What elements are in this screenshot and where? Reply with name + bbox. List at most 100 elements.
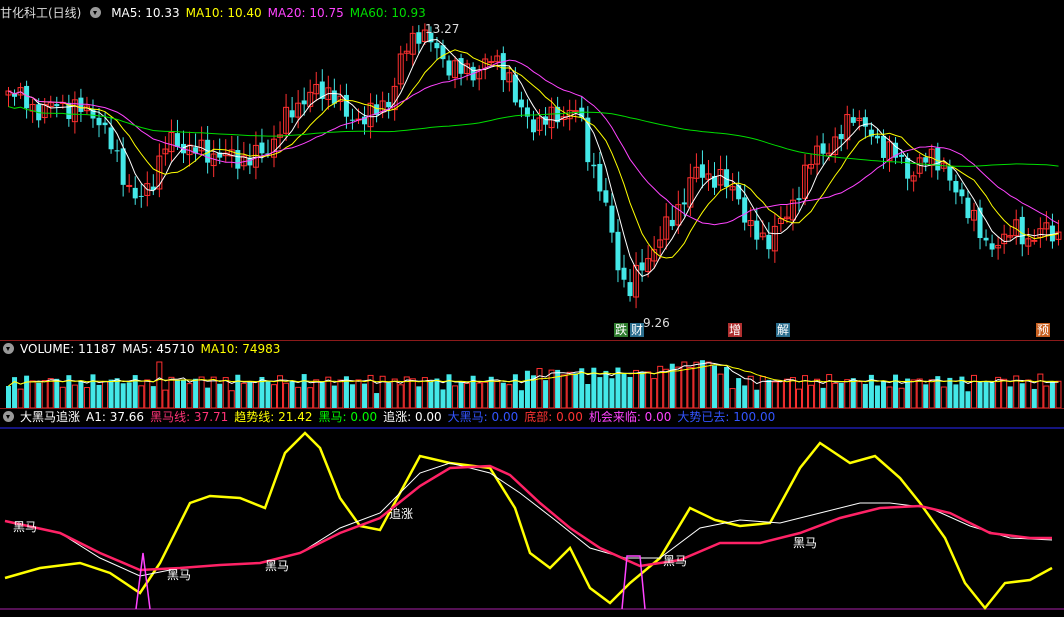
volume-bar: [754, 389, 760, 408]
volume-bar: [41, 380, 48, 408]
volume-bar: [645, 371, 652, 408]
event-tag[interactable]: 预: [1036, 323, 1051, 337]
candle-body: [54, 104, 60, 107]
volume-bar: [144, 379, 151, 408]
candle-body: [108, 127, 114, 150]
volume-bar: [1025, 379, 1032, 408]
candle-body: [132, 187, 138, 199]
price-panel-header: 甘化科工(日线) MA5: 10.33 MA10: 10.40 MA20: 10.7…: [0, 4, 438, 22]
candle-body: [681, 202, 687, 205]
candlestick-chart[interactable]: [0, 0, 1064, 340]
volume-bar: [180, 379, 186, 408]
dropdown-icon[interactable]: [3, 411, 14, 422]
volume-bar: [458, 382, 464, 408]
volume-bar: [814, 378, 821, 408]
signal-label: 黑马: [167, 568, 192, 582]
volume-bar: [1031, 388, 1037, 408]
volume-bar: [1007, 386, 1013, 408]
volume-bar: [989, 382, 995, 408]
volume-bar: [633, 369, 640, 408]
candle-body: [820, 143, 826, 154]
volume-bar: [54, 378, 60, 408]
volume-bar: [717, 373, 724, 408]
event-tag[interactable]: 跌: [614, 323, 629, 337]
candle-body: [754, 220, 760, 240]
ma-label: MA20: 10.75: [267, 6, 344, 20]
candle-body: [174, 133, 180, 147]
volume-bar: [742, 385, 748, 408]
volume-bar: [928, 379, 935, 408]
volume-bar: [729, 388, 736, 408]
ma-label: MA10: 10.40: [185, 6, 262, 20]
volume-bar: [880, 381, 886, 408]
volume-bar: [965, 391, 971, 408]
indicator-label: 机会来临: 0.00: [588, 410, 672, 424]
volume-bar: [771, 381, 778, 408]
candle-body: [597, 163, 603, 192]
dropdown-icon[interactable]: [3, 343, 14, 354]
low-price-label: 9.26: [643, 316, 670, 330]
candle-body: [386, 101, 392, 108]
signal-label: 黑马: [793, 536, 818, 550]
candle-body: [416, 32, 422, 44]
volume-bar: [71, 384, 78, 408]
indicator-chart[interactable]: [0, 408, 1064, 617]
candle-body: [736, 185, 742, 200]
volume-bar: [675, 366, 682, 408]
volume-bar: [114, 378, 120, 408]
volume-bar: [210, 376, 217, 408]
event-tag[interactable]: 财: [630, 323, 645, 337]
volume-bar: [1037, 373, 1044, 408]
event-tag[interactable]: 增: [728, 323, 743, 337]
indicator-panel[interactable]: 大黑马追涨 A1: 37.66 黑马线: 37.71 趋势线: 21.42 黑马: 0.…: [0, 408, 1064, 617]
volume-bar: [217, 383, 223, 408]
volume-bar: [464, 382, 471, 408]
volume-bar: [983, 381, 989, 408]
volume-bar: [222, 377, 229, 408]
candle-body: [838, 133, 844, 140]
candle-body: [615, 231, 621, 271]
candle-body: [947, 165, 953, 181]
candle-body: [349, 119, 355, 121]
volume-bar: [205, 387, 211, 408]
dropdown-icon[interactable]: [90, 7, 102, 18]
volume-bar: [789, 377, 796, 408]
volume-bar: [36, 382, 42, 408]
candle-body: [331, 90, 337, 104]
volume-bar: [777, 380, 784, 408]
candle-body: [102, 122, 108, 126]
volume-bar: [970, 374, 977, 408]
candle-body: [983, 237, 989, 241]
volume-bar: [832, 382, 839, 408]
candle-body: [543, 116, 549, 125]
volume-panel[interactable]: VOLUME: 11187 MA5: 45710 MA10: 74983: [0, 340, 1064, 408]
volume-bar: [391, 378, 398, 408]
candle-body: [953, 181, 959, 193]
volume-bar: [1001, 378, 1008, 408]
volume-bar: [307, 387, 314, 408]
candle-body: [874, 135, 880, 139]
price-panel[interactable]: 甘化科工(日线) MA5: 10.33 MA10: 10.40 MA20: 10.7…: [0, 0, 1064, 340]
volume-panel-header: VOLUME: 11187 MA5: 45710 MA10: 74983: [0, 340, 292, 358]
volume-bar: [500, 382, 506, 408]
volume-bar: [349, 384, 355, 408]
candle-body: [591, 164, 597, 167]
candle-body: [259, 142, 265, 154]
volume-bar: [386, 382, 392, 408]
volume-bar: [663, 368, 670, 408]
volume-bar: [126, 382, 132, 408]
volume-bar: [228, 390, 235, 408]
volume-bar: [940, 386, 947, 408]
volume-bar: [1055, 380, 1062, 408]
volume-bar: [494, 381, 501, 408]
volume-bar: [150, 386, 156, 408]
trend-line: [4, 431, 1053, 611]
event-tag[interactable]: 解: [776, 323, 791, 337]
volume-bar: [421, 377, 428, 408]
ma20-line: [8, 59, 1059, 226]
volume-bar: [331, 385, 337, 408]
volume-bar: [96, 384, 102, 408]
volume-label: MA10: 74983: [200, 342, 281, 356]
volume-bar: [362, 383, 368, 408]
volume-bar: [808, 384, 815, 408]
